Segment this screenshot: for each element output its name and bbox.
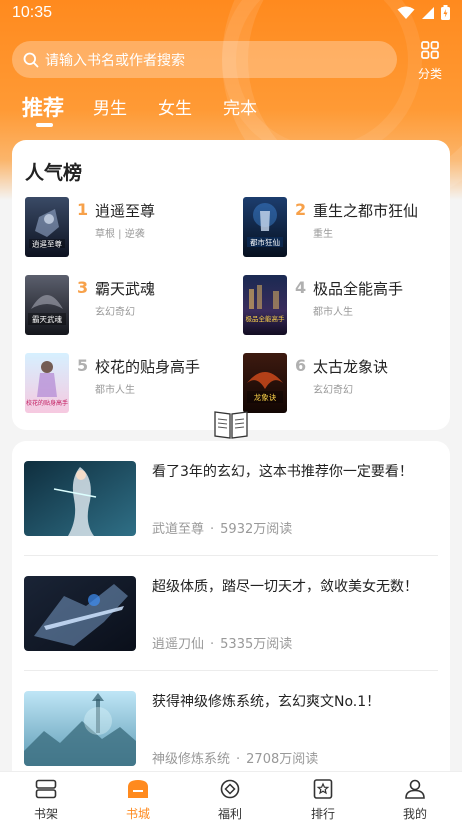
feed-item[interactable]: 获得神级修炼系统，玄幻爽文No.1！ 神级修炼系统 · 2708万阅读: [12, 671, 450, 781]
grid-icon: [421, 41, 439, 59]
book-tags: 玄幻奇幻: [95, 307, 135, 318]
battery-icon: [441, 5, 450, 20]
status-time: 10:35: [12, 4, 53, 21]
ranking-item[interactable]: 都市狂仙 2 重生之都市狂仙 重生: [243, 197, 448, 259]
feed-meta: 逍遥刀仙 · 5335万阅读: [152, 633, 292, 652]
book-cover: 校花的贴身高手: [25, 353, 69, 413]
cover-title: 极品全能高手: [246, 314, 286, 323]
book-title: 校花的贴身高手: [95, 358, 201, 376]
feed-thumbnail: [24, 691, 136, 766]
status-bar: 10:35: [0, 0, 462, 28]
welfare-icon: [220, 779, 240, 799]
recommendation-feed: 看了3年的玄幻，这本书推荐你一定要看！ 武道至尊 · 5932万阅读 超级体质，踏尽…: [12, 441, 450, 781]
book-tags: 都市人生: [95, 385, 135, 396]
book-cover: 逍遥至尊: [25, 197, 69, 257]
feed-meta: 武道至尊 · 5932万阅读: [152, 518, 292, 537]
book-title: 太古龙象诀: [313, 358, 389, 376]
nav-welfare[interactable]: 福利: [200, 779, 260, 821]
bottom-navigation: 书架 书城 福利 排行 我的: [0, 771, 462, 821]
category-button[interactable]: 分类: [412, 41, 448, 81]
cover-title: 逍遥至尊: [32, 239, 62, 249]
nav-ranking[interactable]: 排行: [293, 779, 353, 821]
cover-title: 龙象诀: [254, 392, 277, 402]
search-icon: [23, 52, 39, 67]
feed-book-name: 神级修炼系统: [152, 752, 231, 767]
wifi-icon: [397, 6, 415, 19]
profile-icon: [405, 779, 425, 799]
meta-separator: ·: [236, 752, 241, 767]
cover-title: 都市狂仙: [250, 237, 280, 247]
feed-read-count: 5335万阅读: [220, 637, 293, 652]
feed-thumbnail: [24, 461, 136, 536]
nav-profile[interactable]: 我的: [385, 779, 445, 821]
nav-bookstore[interactable]: 书城: [108, 779, 168, 821]
rank-number: 5: [77, 356, 89, 375]
feed-item[interactable]: 看了3年的玄幻，这本书推荐你一定要看！ 武道至尊 · 5932万阅读: [12, 441, 450, 556]
open-book-icon[interactable]: [213, 408, 249, 440]
ranking-icon: [313, 779, 333, 799]
book-tags: 重生: [313, 229, 333, 240]
feed-meta: 神级修炼系统 · 2708万阅读: [152, 748, 318, 767]
search-bar[interactable]: 请输入书名或作者搜索: [12, 41, 397, 78]
rank-number: 3: [77, 278, 89, 297]
rank-number: 1: [77, 200, 89, 219]
feed-item[interactable]: 超级体质，踏尽一切天才，敛收美女无数！ 逍遥刀仙 · 5335万阅读: [12, 556, 450, 671]
feed-book-name: 逍遥刀仙: [152, 637, 205, 652]
rank-number: 4: [295, 278, 307, 297]
cover-title: 霸天武魂: [32, 314, 62, 324]
search-placeholder: 请输入书名或作者搜索: [45, 52, 185, 69]
ranking-item[interactable]: 极品全能高手 4 极品全能高手 都市人生: [243, 275, 448, 337]
nav-label: 书城: [125, 807, 150, 821]
rank-number: 6: [295, 356, 307, 375]
feed-read-count: 5932万阅读: [220, 522, 293, 537]
category-label: 分类: [417, 67, 442, 81]
ranking-item[interactable]: 校花的贴身高手 5 校花的贴身高手 都市人生: [25, 353, 230, 415]
popular-ranking-card: 人气榜 逍遥至尊 1 逍遥至尊 草根 | 逆袭 都市狂仙 2 重生之都市狂仙 重…: [12, 140, 450, 430]
section-title: 人气榜: [25, 162, 83, 184]
book-title: 逍遥至尊: [95, 202, 156, 220]
nav-label: 我的: [402, 807, 427, 821]
book-tags: 玄幻奇幻: [313, 385, 353, 396]
book-tags: 草根 | 逆袭: [95, 229, 145, 240]
feed-title: 获得神级修炼系统，玄幻爽文No.1！: [152, 694, 381, 710]
ranking-item[interactable]: 龙象诀 6 太古龙象诀 玄幻奇幻: [243, 353, 448, 415]
book-cover: 龙象诀: [243, 353, 287, 413]
feed-title: 看了3年的玄幻，这本书推荐你一定要看！: [152, 464, 413, 480]
book-cover: 极品全能高手: [243, 275, 287, 335]
book-title: 霸天武魂: [95, 280, 156, 298]
tab-recommend[interactable]: 推荐: [22, 92, 64, 122]
book-tags: 都市人生: [313, 307, 353, 318]
nav-label: 福利: [217, 807, 242, 821]
status-icons: [397, 5, 450, 20]
meta-separator: ·: [210, 522, 215, 537]
ranking-item[interactable]: 逍遥至尊 1 逍遥至尊 草根 | 逆袭: [25, 197, 230, 259]
meta-separator: ·: [210, 637, 215, 652]
tab-male[interactable]: 男生: [93, 94, 127, 119]
book-title: 极品全能高手: [313, 280, 404, 298]
book-title: 重生之都市狂仙: [313, 202, 419, 220]
nav-label: 排行: [310, 807, 335, 821]
ranking-item[interactable]: 霸天武魂 3 霸天武魂 玄幻奇幻: [25, 275, 230, 337]
bookstore-icon: [128, 780, 148, 798]
feed-thumbnail: [24, 576, 136, 651]
cover-title: 校花的贴身高手: [26, 399, 68, 407]
tab-female[interactable]: 女生: [158, 94, 192, 119]
book-cover: 霸天武魂: [25, 275, 69, 335]
nav-label: 书架: [33, 807, 58, 821]
tab-completed[interactable]: 完本: [223, 94, 257, 119]
signal-icon: [422, 6, 434, 19]
feed-read-count: 2708万阅读: [246, 752, 319, 767]
tab-indicator: [36, 123, 53, 127]
feed-title: 超级体质，踏尽一切天才，敛收美女无数！: [152, 579, 418, 595]
rank-number: 2: [295, 200, 307, 219]
nav-bookshelf[interactable]: 书架: [16, 779, 76, 821]
book-cover: 都市狂仙: [243, 197, 287, 257]
feed-book-name: 武道至尊: [152, 522, 205, 537]
bookshelf-icon: [35, 779, 57, 799]
